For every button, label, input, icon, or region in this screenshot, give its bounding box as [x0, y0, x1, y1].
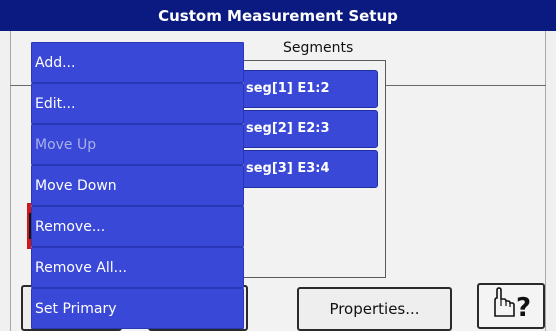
properties-button-label: Properties...: [329, 300, 420, 318]
pointing-hand-question-icon: ?: [485, 286, 537, 326]
menu-item-remove[interactable]: Remove...: [31, 206, 244, 247]
menu-item-set-primary[interactable]: Set Primary: [31, 288, 244, 329]
menu-item-edit[interactable]: Edit...: [31, 83, 244, 124]
help-button[interactable]: ?: [477, 283, 545, 329]
segment-item[interactable]: seg[1] E1:2: [240, 70, 378, 108]
menu-item-move-down[interactable]: Move Down: [31, 165, 244, 206]
menu-item-remove-all[interactable]: Remove All...: [31, 247, 244, 288]
properties-button[interactable]: Properties...: [297, 287, 452, 331]
segment-item[interactable]: seg[3] E3:4: [240, 150, 378, 188]
menu-item-add[interactable]: Add...: [31, 42, 244, 83]
svg-text:?: ?: [516, 293, 531, 322]
menu-item-move-up[interactable]: Move Up: [31, 124, 244, 165]
context-menu: Add... Edit... Move Up Move Down Remove.…: [31, 42, 244, 329]
window-title-bar: Custom Measurement Setup: [0, 0, 556, 31]
window-title: Custom Measurement Setup: [158, 6, 398, 25]
segment-item[interactable]: seg[2] E2:3: [240, 110, 378, 148]
segments-caption: Segments: [283, 40, 354, 56]
